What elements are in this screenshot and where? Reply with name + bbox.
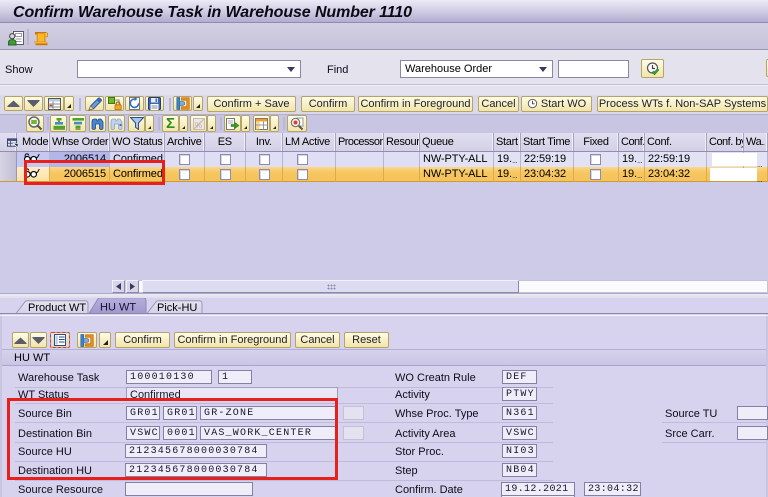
svg-text:Product WT: Product WT [28,302,86,314]
svg-text:Pick-HU: Pick-HU [157,302,197,314]
svg-text:%: % [195,121,202,130]
svg-text:HU WT: HU WT [100,302,136,314]
